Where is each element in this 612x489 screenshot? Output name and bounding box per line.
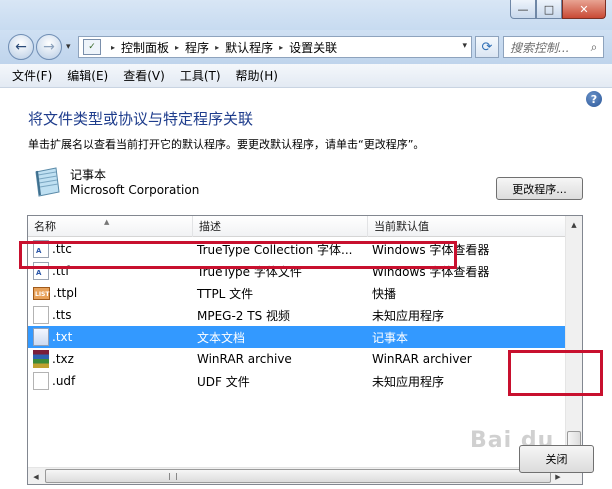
title-bar: — □ ✕ <box>0 0 612 32</box>
refresh-icon: ⟳ <box>481 39 493 55</box>
row-extension: .udf <box>52 374 76 388</box>
ttpl-file-icon: LIST <box>33 286 50 300</box>
search-icon[interactable]: ⌕ <box>585 40 603 55</box>
row-extension: .txz <box>52 352 74 366</box>
row-description: UDF 文件 <box>197 374 250 389</box>
back-arrow-icon: ← <box>15 39 27 55</box>
address-bar[interactable]: ✓ ▸ 控制面板 ▸ 程序 ▸ 默认程序 ▸ 设置关联 ▾ <box>78 36 472 58</box>
program-vendor: Microsoft Corporation <box>70 183 200 197</box>
navigation-bar: ← → ▾ ✓ ▸ 控制面板 ▸ 程序 ▸ 默认程序 ▸ 设置关联 ▾ ⟳ 搜索… <box>0 30 612 64</box>
table-row[interactable]: .tts MPEG-2 TS 视频 未知应用程序 <box>28 304 566 326</box>
row-description: 文本文档 <box>197 330 246 345</box>
column-header-description[interactable]: 描述 <box>193 216 368 237</box>
blank-file-icon <box>33 306 49 324</box>
close-button-highlight-box <box>508 350 603 396</box>
breadcrumb-programs[interactable]: 程序 <box>185 39 209 56</box>
minimize-button[interactable]: — <box>510 0 536 19</box>
menu-edit[interactable]: 编辑(E) <box>67 67 108 84</box>
scroll-left-icon[interactable]: ◀ <box>28 468 44 484</box>
table-row[interactable]: .txz WinRAR archive WinRAR archiver <box>28 348 566 370</box>
row-extension: .ttpl <box>53 286 78 300</box>
help-icon[interactable]: ? <box>586 91 602 107</box>
maximize-button[interactable]: □ <box>536 0 562 19</box>
notepad-icon <box>35 167 60 197</box>
breadcrumb: ▸ 控制面板 ▸ 程序 ▸ 默认程序 ▸ 设置关联 <box>105 39 337 56</box>
forward-button[interactable]: → <box>36 34 62 60</box>
row-default-program: 快播 <box>372 286 397 301</box>
row-extension: .txt <box>52 330 73 344</box>
close-window-button[interactable]: ✕ <box>562 0 606 19</box>
program-name: 记事本 <box>70 168 107 182</box>
page-title: 将文件类型或协议与特定程序关联 <box>28 110 254 128</box>
menu-help[interactable]: 帮助(H) <box>236 67 278 84</box>
back-button[interactable]: ← <box>8 34 34 60</box>
breadcrumb-separator-icon[interactable]: ▸ <box>279 43 283 52</box>
search-input[interactable]: 搜索控制... <box>510 39 585 56</box>
column-header-current-default[interactable]: 当前默认值 <box>368 216 566 237</box>
menu-tools[interactable]: 工具(T) <box>180 67 221 84</box>
close-button[interactable]: 关闭 <box>519 445 594 473</box>
breadcrumb-separator-icon[interactable]: ▸ <box>111 43 115 52</box>
address-dropdown-icon[interactable]: ▾ <box>462 41 467 51</box>
table-row-selected[interactable]: .txt 文本文档 记事本 <box>28 326 566 348</box>
breadcrumb-separator-icon[interactable]: ▸ <box>215 43 219 52</box>
breadcrumb-default-programs[interactable]: 默认程序 <box>225 39 273 56</box>
menu-bar: 文件(F) 编辑(E) 查看(V) 工具(T) 帮助(H) <box>0 64 612 88</box>
row-default-program: 记事本 <box>372 330 409 345</box>
menu-view[interactable]: 查看(V) <box>123 67 165 84</box>
horizontal-scrollbar[interactable]: ◀ ▶ <box>28 467 566 484</box>
row-default-program: 未知应用程序 <box>372 308 445 323</box>
selected-row-highlight-box <box>19 241 457 269</box>
column-header-current-default-label: 当前默认值 <box>374 220 429 233</box>
control-panel-icon: ✓ <box>83 39 101 55</box>
column-header-description-label: 描述 <box>199 220 221 233</box>
column-header-name[interactable]: 名称 ▲ <box>28 216 193 237</box>
row-description: WinRAR archive <box>197 352 292 366</box>
column-header-name-label: 名称 <box>34 220 56 233</box>
recent-pages-dropdown-icon[interactable]: ▾ <box>66 42 71 52</box>
winrar-archive-icon <box>33 350 49 368</box>
breadcrumb-set-associations[interactable]: 设置关联 <box>289 39 337 56</box>
change-program-button[interactable]: 更改程序... <box>496 177 583 200</box>
scroll-up-icon[interactable]: ▲ <box>566 216 582 233</box>
sort-ascending-icon: ▲ <box>104 218 110 226</box>
horizontal-scroll-thumb[interactable] <box>45 469 551 483</box>
row-description: TTPL 文件 <box>197 286 254 301</box>
refresh-button[interactable]: ⟳ <box>475 36 499 58</box>
table-row[interactable]: LIST .ttpl TTPL 文件 快播 <box>28 282 566 304</box>
text-file-icon <box>33 328 49 346</box>
breadcrumb-control-panel[interactable]: 控制面板 <box>121 39 169 56</box>
vertical-scrollbar[interactable]: ▲ ▼ <box>565 216 582 468</box>
row-description: MPEG-2 TS 视频 <box>197 308 291 323</box>
window-controls: — □ ✕ <box>510 0 606 19</box>
blank-file-icon <box>33 372 49 390</box>
search-box[interactable]: 搜索控制... ⌕ <box>503 36 604 58</box>
table-row[interactable]: .udf UDF 文件 未知应用程序 <box>28 370 566 392</box>
forward-arrow-icon: → <box>43 39 55 55</box>
content-area: ? 将文件类型或协议与特定程序关联 单击扩展名以查看当前打开它的默认程序。要更改… <box>0 88 612 489</box>
page-description: 单击扩展名以查看当前打开它的默认程序。要更改默认程序，请单击“更改程序”。 <box>28 138 425 151</box>
menu-file[interactable]: 文件(F) <box>12 67 52 84</box>
row-extension: .tts <box>52 308 72 322</box>
breadcrumb-separator-icon[interactable]: ▸ <box>175 43 179 52</box>
list-header: 名称 ▲ 描述 当前默认值 <box>28 216 566 237</box>
